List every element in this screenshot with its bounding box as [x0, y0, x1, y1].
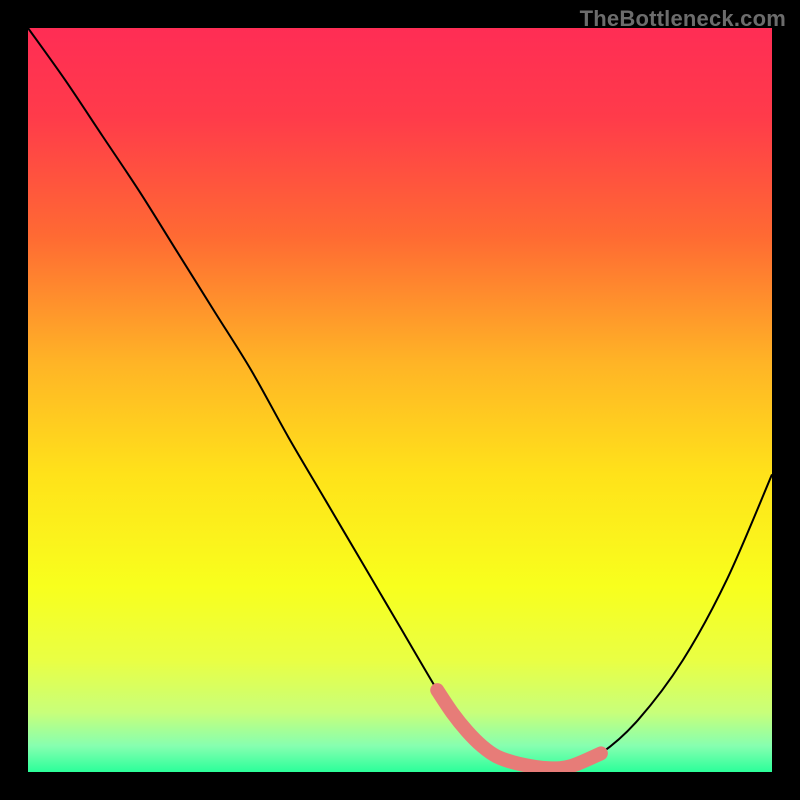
highlight-markers	[437, 690, 601, 768]
chart-stage: TheBottleneck.com	[0, 0, 800, 800]
plot-area	[28, 28, 772, 772]
curve-layer	[28, 28, 772, 772]
bottleneck-curve	[28, 28, 772, 768]
